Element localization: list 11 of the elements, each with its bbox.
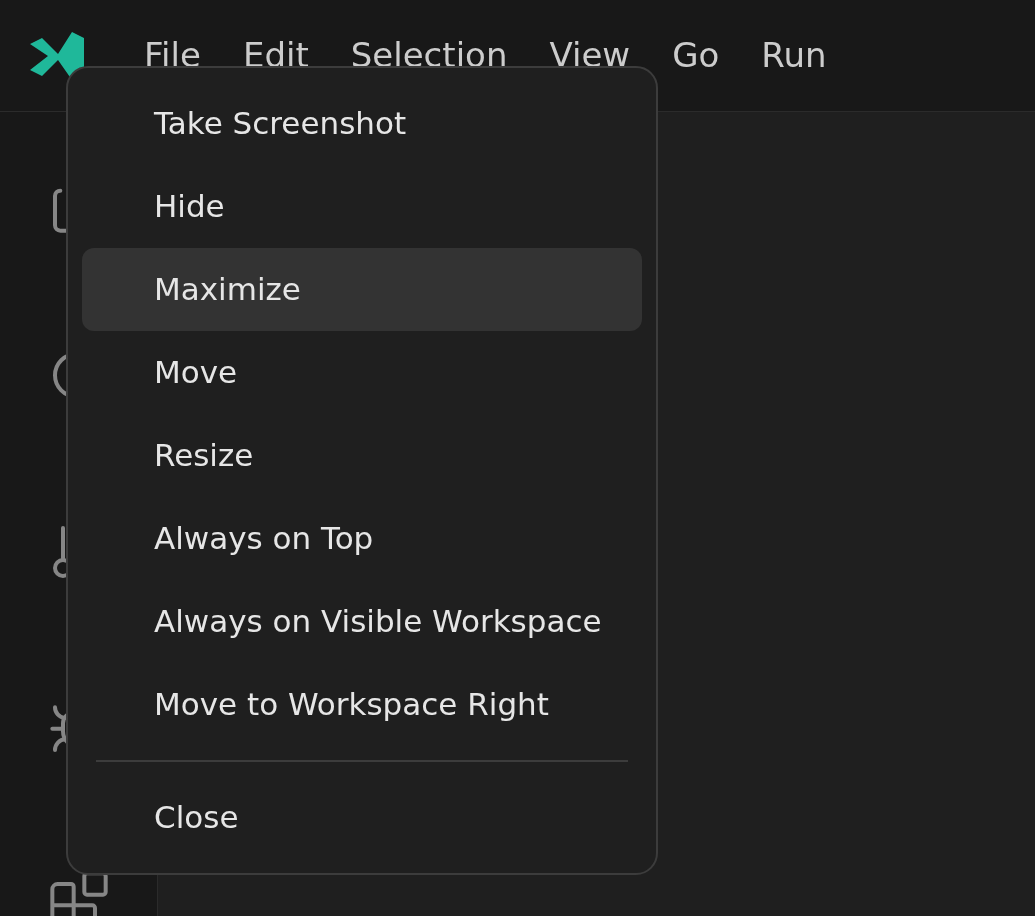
menu-option[interactable]: Always on Visible Workspace [82, 580, 642, 663]
menu-option[interactable]: Move to Workspace Right [82, 663, 642, 746]
menu-option[interactable]: Resize [82, 414, 642, 497]
menu-option[interactable]: Always on Top [82, 497, 642, 580]
menu-option[interactable]: Close [82, 776, 642, 859]
menu-item[interactable]: Run [761, 30, 827, 81]
menu-option[interactable]: Maximize [82, 248, 642, 331]
menu-option[interactable]: Hide [82, 165, 642, 248]
menu-item[interactable]: Go [672, 30, 720, 81]
menu-option[interactable]: Move [82, 331, 642, 414]
menu-option[interactable]: Take Screenshot [82, 82, 642, 165]
